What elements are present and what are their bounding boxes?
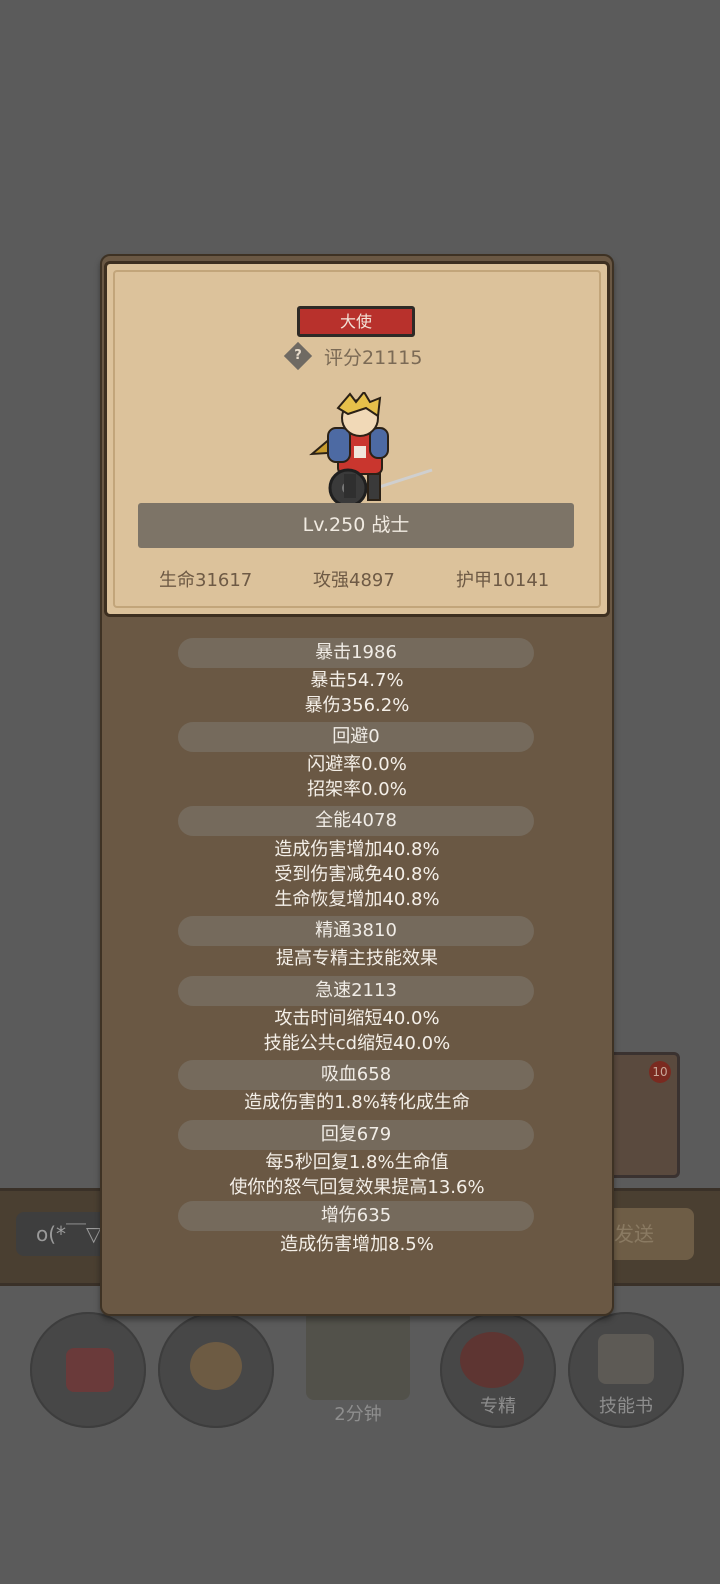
attr-line: 使你的怒气回复效果提高13.6%: [229, 1177, 485, 1198]
attr-line: 造成伤害增加8.5%: [280, 1234, 434, 1255]
bread-icon: [190, 1342, 242, 1390]
warrior-sprite: [309, 392, 433, 508]
attr-line: 生命恢复增加40.8%: [274, 889, 440, 910]
attr-line: 暴击54.7%: [310, 670, 404, 691]
score-row: ? 评分21115: [283, 341, 423, 371]
attr-line: 招架率0.0%: [307, 779, 407, 800]
level-class-bar: Lv.250 战士: [138, 503, 574, 548]
attr-head-dodge: 回避0: [178, 722, 534, 752]
specialization-label: 专精: [480, 1396, 516, 1417]
attr-head-mastery: 精通3810: [178, 916, 534, 946]
attr-line: 提高专精主技能效果: [276, 948, 438, 969]
stat-armor: 护甲10141: [456, 570, 550, 591]
attr-head-crit: 暴击1986: [178, 638, 534, 668]
hero-card-thumbnail[interactable]: 10: [608, 1052, 680, 1178]
attr-line: 造成伤害的1.8%转化成生命: [244, 1092, 470, 1113]
attr-line: 每5秒回复1.8%生命值: [265, 1152, 449, 1173]
attr-line: 技能公共cd缩短40.0%: [263, 1033, 451, 1054]
attr-line: 攻击时间缩短40.0%: [274, 1008, 440, 1029]
specialization-button[interactable]: 专精: [440, 1312, 556, 1428]
stat-attack: 攻强4897: [313, 570, 395, 591]
attr-head-regen: 回复679: [178, 1120, 534, 1150]
bread-button[interactable]: [158, 1312, 274, 1428]
potion-button[interactable]: [30, 1312, 146, 1428]
attr-line: 闪避率0.0%: [307, 754, 407, 775]
attr-line: 暴伤356.2%: [304, 695, 410, 716]
skill-book-icon: [598, 1334, 654, 1384]
chest-timer: 2分钟: [334, 1404, 382, 1425]
potion-icon: [66, 1348, 114, 1392]
attr-head-lifesteal: 吸血658: [178, 1060, 534, 1090]
attr-line: 受到伤害减免40.8%: [274, 864, 440, 885]
chest-icon: [306, 1310, 410, 1400]
attr-line: 造成伤害增加40.8%: [274, 839, 440, 860]
stat-hp: 生命31617: [159, 570, 253, 591]
attr-head-versatility: 全能4078: [178, 806, 534, 836]
skill-book-label: 技能书: [599, 1396, 653, 1417]
score-text: 评分21115: [324, 346, 423, 369]
count-badge: 10: [649, 1061, 671, 1083]
attr-head-haste: 急速2113: [178, 976, 534, 1006]
title-badge: 大使: [297, 306, 415, 337]
help-icon[interactable]: ?: [283, 341, 313, 371]
specialization-icon: [460, 1332, 524, 1388]
attr-head-damage-bonus: 增伤635: [178, 1201, 534, 1231]
skill-book-button[interactable]: 技能书: [568, 1312, 684, 1428]
